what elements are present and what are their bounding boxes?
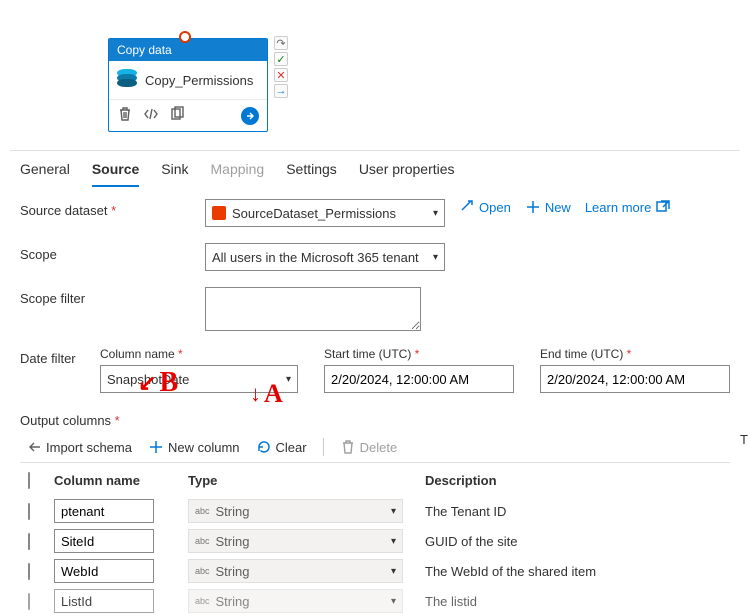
tabs-bar: General Source Sink Mapping Settings Use…	[0, 151, 750, 187]
type-select[interactable]: abc String ▾	[188, 499, 403, 523]
output-columns-label: Output columns	[20, 409, 730, 428]
learn-more-link[interactable]: Learn more	[585, 199, 671, 215]
chevron-down-icon: ▾	[391, 536, 396, 547]
activity-title: Copy data	[109, 39, 267, 61]
header-type: Type	[188, 473, 425, 488]
table-row: abc String ▾ GUID of the site	[20, 526, 730, 556]
import-schema-label: Import schema	[46, 440, 132, 455]
copy-activity-node[interactable]: Copy data Copy_Permissions	[108, 38, 268, 132]
table-header: Column name Type Description	[20, 465, 730, 496]
column-name-value: SnapshotDate	[107, 372, 189, 387]
column-description: The listid	[425, 594, 730, 609]
type-value: String	[216, 534, 250, 549]
column-name-input[interactable]	[54, 529, 154, 553]
status-pending-icon[interactable]: ↷	[274, 36, 288, 50]
column-description: The Tenant ID	[425, 504, 730, 519]
clear-button[interactable]: Clear	[256, 439, 307, 455]
import-schema-button[interactable]: Import schema	[26, 439, 132, 455]
start-time-input[interactable]	[324, 365, 514, 393]
status-fail-icon[interactable]: ✕	[274, 68, 288, 82]
chevron-down-icon: ▾	[433, 252, 438, 263]
overflow-letter: T	[740, 432, 748, 447]
chevron-down-icon: ▾	[433, 208, 438, 219]
input-port[interactable]	[179, 31, 191, 43]
tab-source[interactable]: Source	[92, 161, 139, 187]
clear-label: Clear	[276, 440, 307, 455]
columns-command-bar: Import schema New column Clear Delete	[20, 432, 730, 463]
chevron-down-icon: ▾	[391, 596, 396, 607]
activity-status-badges: ↷ ✓ ✕ →	[274, 36, 288, 98]
end-time-label: End time (UTC)	[540, 347, 730, 361]
open-dataset-link[interactable]: Open	[459, 199, 511, 215]
column-name-input[interactable]	[54, 499, 154, 523]
code-icon[interactable]	[143, 106, 159, 125]
chevron-down-icon: ▾	[391, 566, 396, 577]
column-description: GUID of the site	[425, 534, 730, 549]
type-select[interactable]: abc String ▾	[188, 529, 403, 553]
database-icon	[117, 69, 137, 91]
tab-settings[interactable]: Settings	[286, 161, 337, 187]
column-name-label: Column name	[100, 347, 298, 361]
chevron-down-icon: ▾	[286, 374, 291, 385]
scope-label: Scope	[20, 243, 205, 262]
columns-table: Column name Type Description abc String ▾…	[20, 465, 730, 616]
column-name-select[interactable]: SnapshotDate ▾	[100, 365, 298, 393]
scope-filter-label: Scope filter	[20, 287, 205, 306]
row-checkbox[interactable]	[28, 503, 30, 520]
string-type-icon: abc	[195, 506, 210, 516]
source-dataset-value: SourceDataset_Permissions	[232, 206, 396, 221]
string-type-icon: abc	[195, 596, 210, 606]
pipeline-canvas[interactable]: Copy data Copy_Permissions	[0, 0, 750, 150]
type-value: String	[216, 564, 250, 579]
column-name-input[interactable]	[54, 559, 154, 583]
delete-label: Delete	[360, 440, 398, 455]
header-description: Description	[425, 473, 730, 488]
scope-select[interactable]: All users in the Microsoft 365 tenant ▾	[205, 243, 445, 271]
status-success-icon[interactable]: ✓	[274, 52, 288, 66]
scope-value: All users in the Microsoft 365 tenant	[212, 250, 419, 265]
open-label: Open	[479, 200, 511, 215]
status-skip-icon[interactable]: →	[274, 84, 288, 98]
office365-icon	[212, 206, 226, 220]
start-time-label: Start time (UTC)	[324, 347, 514, 361]
select-all-checkbox[interactable]	[28, 472, 30, 489]
column-description: The WebId of the shared item	[425, 564, 730, 579]
command-divider	[323, 438, 324, 456]
date-filter-label: Date filter	[20, 347, 100, 366]
new-dataset-link[interactable]: New	[525, 199, 571, 215]
tab-mapping[interactable]: Mapping	[211, 161, 265, 187]
end-time-input[interactable]	[540, 365, 730, 393]
table-row: abc String ▾ The Tenant ID	[20, 496, 730, 526]
trash-icon[interactable]	[117, 106, 133, 125]
type-select[interactable]: abc String ▾	[188, 559, 403, 583]
type-value: String	[216, 594, 250, 609]
tab-sink[interactable]: Sink	[161, 161, 188, 187]
type-value: String	[216, 504, 250, 519]
source-dataset-label: Source dataset	[20, 199, 205, 218]
column-name-input[interactable]	[54, 589, 154, 613]
source-form: Source dataset SourceDataset_Permissions…	[0, 187, 750, 616]
run-arrow-icon[interactable]	[241, 107, 259, 125]
row-checkbox[interactable]	[28, 593, 30, 610]
new-column-button[interactable]: New column	[148, 439, 240, 455]
table-row: abc String ▾ The WebId of the shared item	[20, 556, 730, 586]
delete-button: Delete	[340, 439, 398, 455]
new-label: New	[545, 200, 571, 215]
row-checkbox[interactable]	[28, 533, 30, 550]
new-column-label: New column	[168, 440, 240, 455]
type-select[interactable]: abc String ▾	[188, 589, 403, 613]
scope-filter-textarea[interactable]	[205, 287, 421, 331]
tab-user-properties[interactable]: User properties	[359, 161, 455, 187]
string-type-icon: abc	[195, 566, 210, 576]
activity-name[interactable]: Copy_Permissions	[145, 73, 253, 88]
header-column-name: Column name	[54, 473, 188, 488]
source-dataset-select[interactable]: SourceDataset_Permissions ▾	[205, 199, 445, 227]
string-type-icon: abc	[195, 536, 210, 546]
table-row: abc String ▾ The listid	[20, 586, 730, 616]
chevron-down-icon: ▾	[391, 506, 396, 517]
learn-more-label: Learn more	[585, 200, 651, 215]
tab-general[interactable]: General	[20, 161, 70, 187]
copy-icon[interactable]	[169, 106, 185, 125]
